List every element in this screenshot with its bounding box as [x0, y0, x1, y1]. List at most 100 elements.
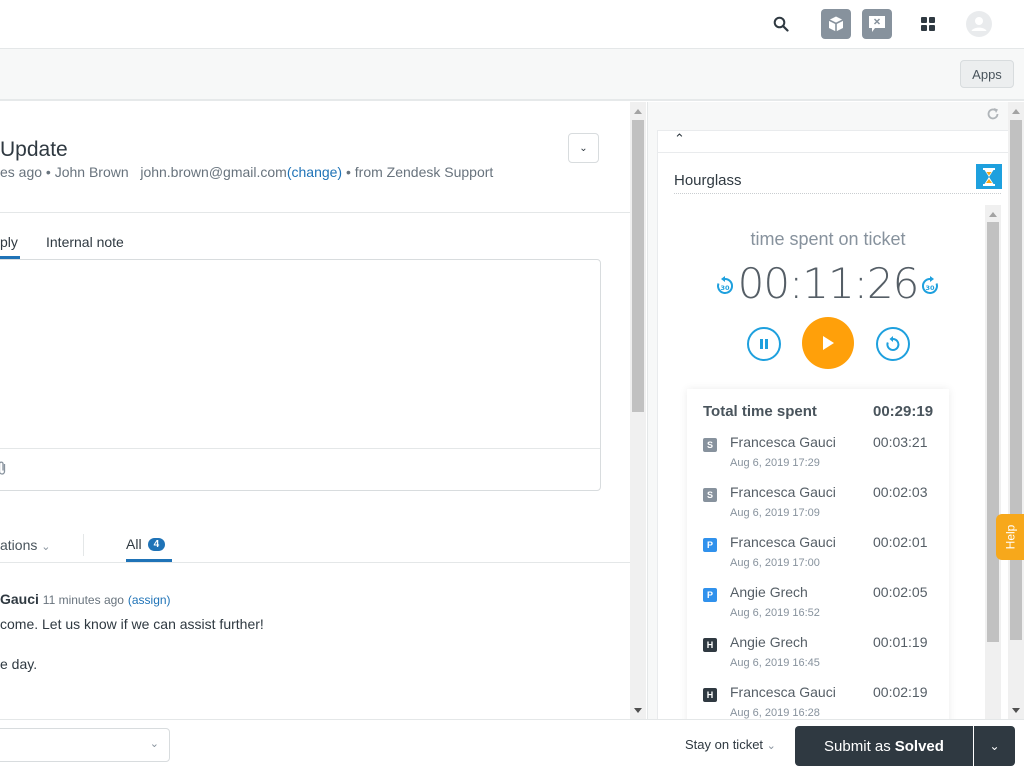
entry-date: Aug 6, 2019 17:09	[730, 507, 820, 519]
ticket-scrollbar[interactable]	[630, 102, 646, 719]
entry-agent-name: Francesca Gauci	[730, 484, 836, 500]
divider	[83, 534, 84, 556]
ticket-meta: es ago • John Brown john.brown@gmail.com…	[0, 164, 493, 180]
submit-status: Solved	[894, 737, 944, 755]
help-button[interactable]: Help	[996, 514, 1024, 560]
conversation-filter-label: ations	[0, 537, 38, 553]
pause-icon	[760, 339, 768, 349]
app-title: Hourglass	[674, 172, 742, 189]
avatar[interactable]	[964, 9, 994, 39]
entry-duration: 00:01:19	[873, 634, 928, 650]
scrollbar-thumb[interactable]	[632, 120, 644, 412]
scrollbar-thumb[interactable]	[987, 222, 999, 642]
divider	[674, 193, 1001, 194]
entry-type-badge: S	[703, 488, 717, 502]
divider	[0, 212, 630, 213]
ticket-source: • from Zendesk Support	[342, 164, 494, 180]
ticket-options-dropdown[interactable]: ⌄	[568, 133, 599, 163]
paperclip-icon[interactable]	[0, 460, 7, 479]
apps-grid-icon[interactable]	[913, 9, 943, 39]
requester-email: john.brown@gmail.com	[140, 164, 287, 180]
ticket-meta-prefix: es ago • John Brown	[0, 164, 129, 180]
ticket-toolbar: Apps	[0, 49, 1024, 101]
macro-select[interactable]: ⌄	[0, 728, 170, 762]
search-icon[interactable]	[766, 9, 796, 39]
app-scrollbar[interactable]	[985, 205, 1001, 745]
scroll-up-icon[interactable]	[989, 212, 997, 217]
stay-on-ticket-dropdown[interactable]: Stay on ticket ⌄	[685, 737, 776, 752]
entry-date: Aug 6, 2019 16:52	[730, 607, 820, 619]
chevron-down-icon: ⌄	[41, 541, 51, 553]
tab-all-conversations[interactable]: All 4	[126, 536, 166, 552]
comment-header: Gauci 11 minutes ago (assign)	[0, 591, 171, 607]
entry-date: Aug 6, 2019 17:29	[730, 457, 820, 469]
conversation-filter[interactable]: ations ⌄	[0, 537, 50, 553]
play-button[interactable]	[802, 317, 854, 369]
ticket-title: Update	[0, 138, 68, 161]
submit-prefix: Submit as	[824, 737, 891, 755]
count-badge: 4	[147, 537, 166, 551]
entry-type-badge: P	[703, 538, 717, 552]
apps-button[interactable]: Apps	[960, 60, 1014, 88]
comment-author[interactable]: Gauci	[0, 591, 39, 607]
app-collapse-bar[interactable]: ⌃	[658, 131, 1008, 153]
timer-display: 00:11:26	[737, 259, 920, 308]
change-requester-link[interactable]: (change)	[287, 164, 342, 180]
chat-close-icon[interactable]	[862, 9, 892, 39]
total-time-value: 00:29:19	[873, 403, 934, 420]
timer-caption: time spent on ticket	[750, 229, 906, 249]
reset-button[interactable]	[876, 327, 910, 361]
time-entry: S Francesca Gauci Aug 6, 2019 17:09 00:02:0…	[687, 483, 949, 533]
entry-agent-name: Francesca Gauci	[730, 534, 836, 550]
entry-duration: 00:02:01	[873, 534, 928, 550]
entry-duration: 00:02:05	[873, 584, 928, 600]
entry-duration: 00:02:19	[873, 684, 928, 700]
apps-panel-scrollbar[interactable]	[1008, 102, 1024, 719]
apps-panel: ⌃ Hourglass time spent on ticket 30 00:1…	[647, 102, 1009, 745]
skip-forward-label: 30	[925, 284, 935, 292]
editor-toolbar-divider	[0, 448, 600, 449]
comment-timestamp: 11 minutes ago	[42, 593, 124, 607]
scrollbar-thumb[interactable]	[1010, 120, 1022, 640]
skip-forward-30-icon[interactable]: 30	[919, 275, 941, 297]
ticket-pane: Update es ago • John Brown john.brown@gm…	[0, 102, 630, 719]
scroll-down-icon[interactable]	[1012, 708, 1020, 713]
chevron-up-icon[interactable]: ⌃	[674, 131, 685, 147]
time-entry: P Angie Grech Aug 6, 2019 16:52 00:02:05	[687, 583, 949, 633]
tab-public-reply[interactable]: ply	[0, 234, 18, 250]
refresh-icon[interactable]	[986, 107, 1000, 125]
total-time-label: Total time spent	[703, 403, 817, 420]
time-entry: P Francesca Gauci Aug 6, 2019 17:00 00:02:0…	[687, 533, 949, 583]
chevron-down-icon: ⌄	[766, 740, 776, 752]
entry-agent-name: Angie Grech	[730, 584, 808, 600]
entry-type-badge: S	[703, 438, 717, 452]
time-entry: S Francesca Gauci Aug 6, 2019 17:29 00:03:2…	[687, 433, 949, 483]
tab-internal-note[interactable]: Internal note	[46, 234, 124, 250]
chevron-down-icon: ⌄	[989, 739, 1000, 753]
scroll-up-icon[interactable]	[634, 109, 642, 114]
divider	[0, 562, 630, 563]
entry-duration: 00:02:03	[873, 484, 928, 500]
entry-date: Aug 6, 2019 16:45	[730, 657, 820, 669]
entry-date: Aug 6, 2019 17:00	[730, 557, 820, 569]
entry-duration: 00:03:21	[873, 434, 928, 450]
scroll-up-icon[interactable]	[1012, 109, 1020, 114]
entry-type-badge: P	[703, 588, 717, 602]
play-icon	[823, 336, 834, 350]
entry-type-badge: H	[703, 688, 717, 702]
scroll-down-icon[interactable]	[634, 708, 642, 713]
assign-link[interactable]: (assign)	[128, 593, 171, 607]
entry-type-badge: H	[703, 638, 717, 652]
time-entry: H Angie Grech Aug 6, 2019 16:45 00:01:19	[687, 633, 949, 683]
entry-date: Aug 6, 2019 16:28	[730, 707, 820, 719]
submit-button[interactable]: Submit as Solved	[795, 726, 973, 766]
cube-icon[interactable]	[821, 9, 851, 39]
reply-editor[interactable]	[0, 259, 601, 491]
entry-agent-name: Francesca Gauci	[730, 434, 836, 450]
chevron-down-icon: ⌄	[579, 142, 588, 154]
reset-icon	[886, 336, 900, 351]
pause-button[interactable]	[747, 327, 781, 361]
submit-options-button[interactable]: ⌄	[974, 726, 1015, 766]
ticket-footer: ⌄ Stay on ticket ⌄ Submit as Solved ⌄	[0, 719, 1024, 768]
time-entries-card: Total time spent 00:29:19 S Francesca Gau…	[687, 389, 949, 731]
